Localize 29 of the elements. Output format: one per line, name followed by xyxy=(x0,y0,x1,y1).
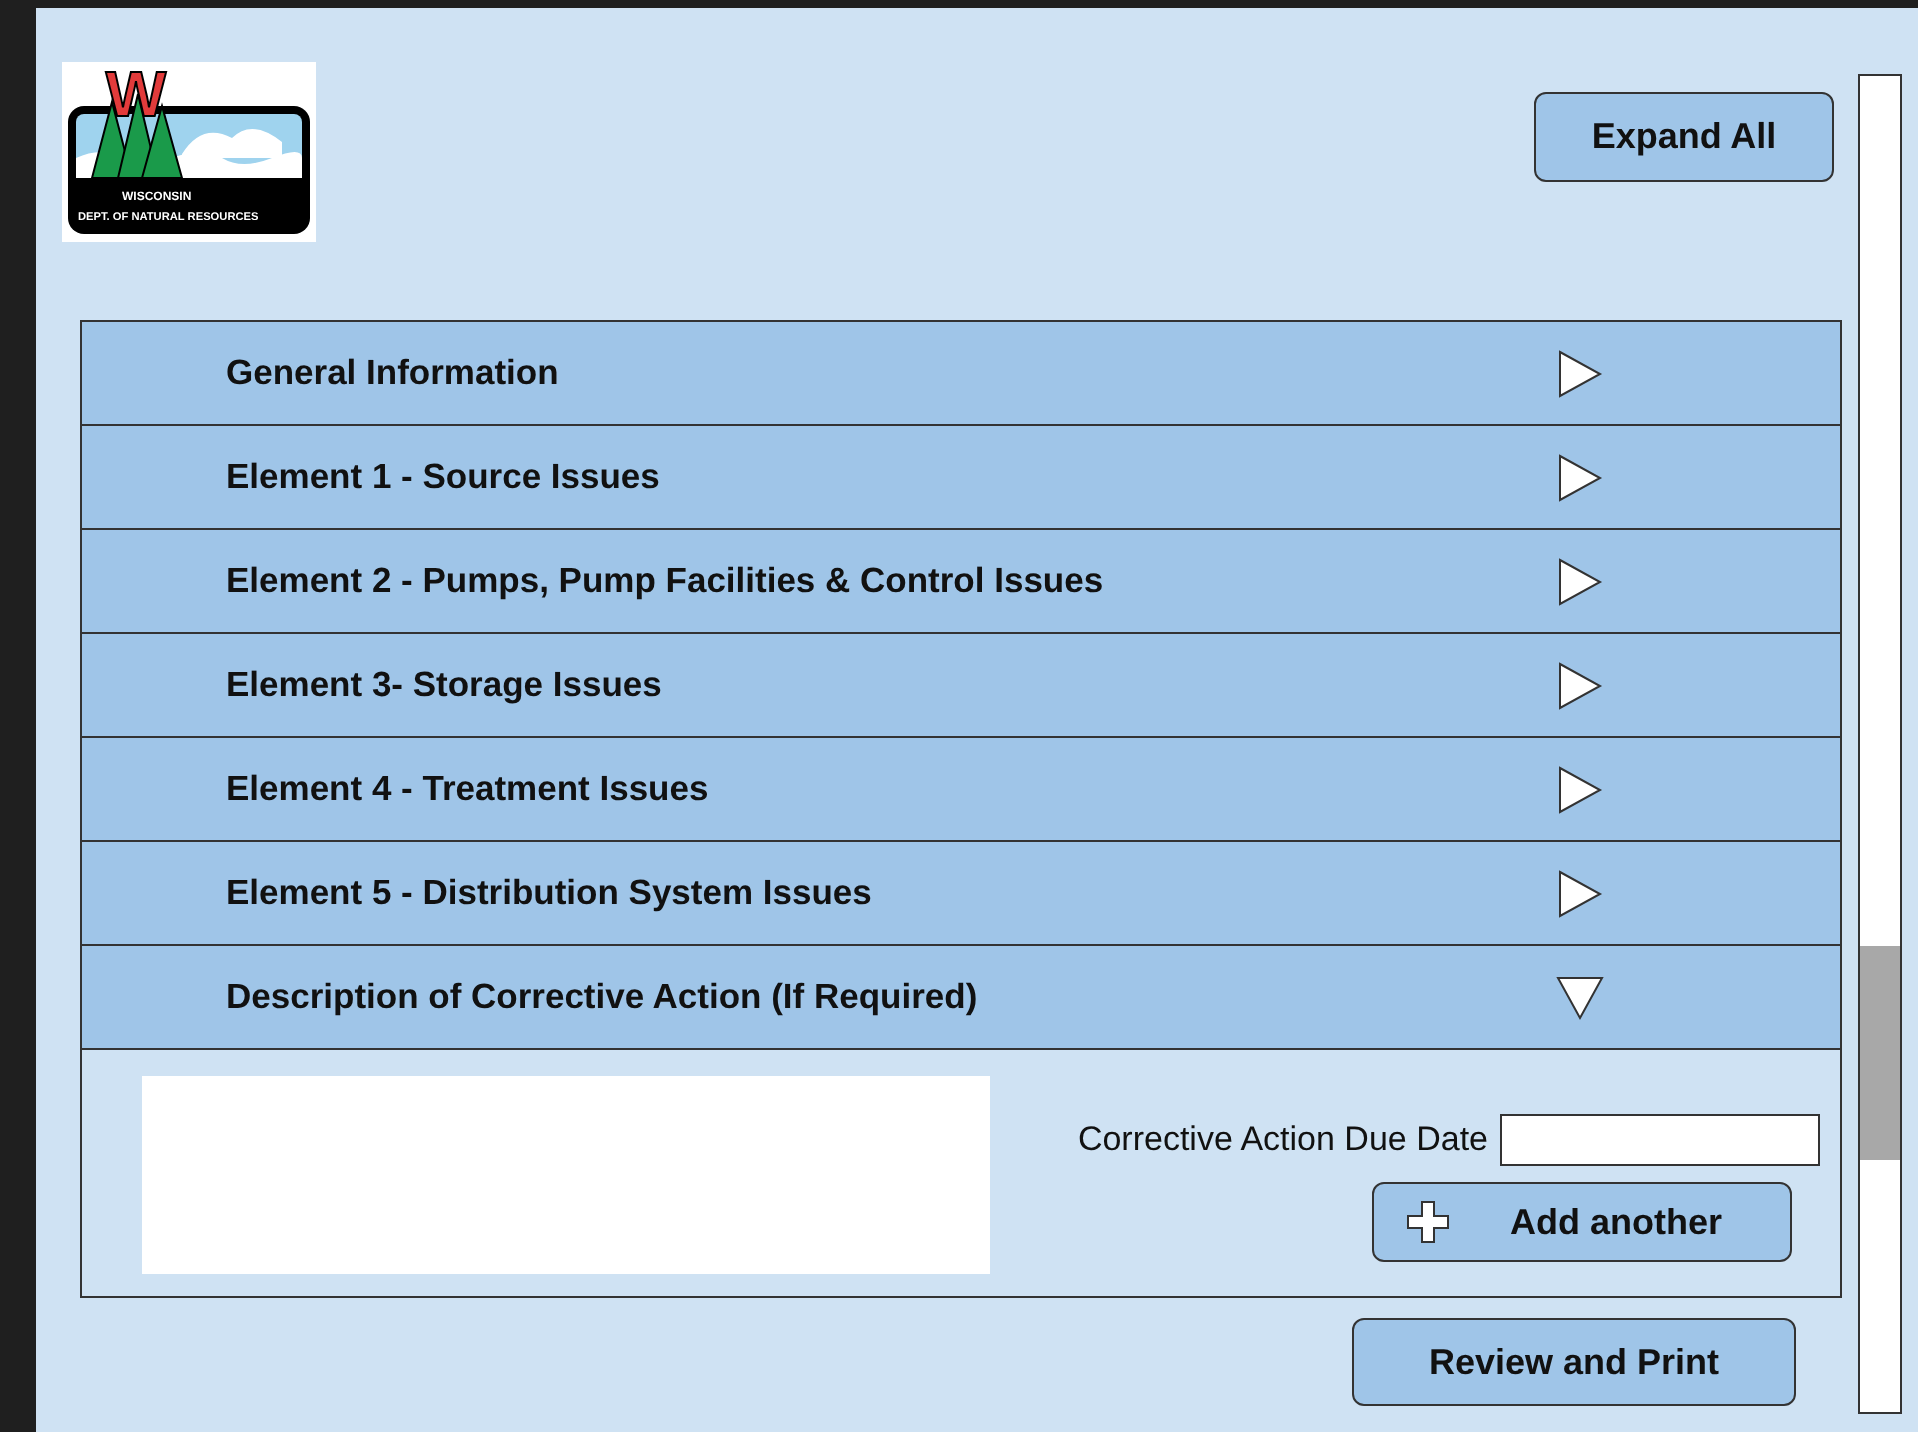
expand-triangle-icon[interactable] xyxy=(1556,453,1604,501)
section-title: Element 5 - Distribution System Issues xyxy=(226,872,872,914)
expand-triangle-icon[interactable] xyxy=(1556,765,1604,813)
section-title: General Information xyxy=(226,352,559,394)
section-title: Description of Corrective Action (If Required) xyxy=(226,976,978,1018)
section-header[interactable]: Element 5 - Distribution System Issues xyxy=(82,842,1840,946)
section-header[interactable]: Description of Corrective Action (If Required) xyxy=(82,946,1840,1050)
section-header[interactable]: General Information xyxy=(82,322,1840,426)
plus-icon xyxy=(1406,1200,1450,1244)
expand-all-button[interactable]: Expand All xyxy=(1534,92,1834,182)
section-title: Element 4 - Treatment Issues xyxy=(226,768,709,810)
due-date-label: Corrective Action Due Date xyxy=(1077,1120,1488,1160)
add-another-button[interactable]: Add another xyxy=(1372,1182,1792,1262)
section-header[interactable]: Element 3- Storage Issues xyxy=(82,634,1840,738)
expand-triangle-icon[interactable] xyxy=(1556,557,1604,605)
expand-triangle-icon[interactable] xyxy=(1556,869,1604,917)
section-header[interactable]: Element 4 - Treatment Issues xyxy=(82,738,1840,842)
section-title: Element 2 - Pumps, Pump Facilities & Control Issues xyxy=(226,560,1104,602)
scrollbar[interactable] xyxy=(1858,74,1902,1414)
review-and-print-button[interactable]: Review and Print xyxy=(1352,1318,1796,1406)
section-header[interactable]: Element 2 - Pumps, Pump Facilities & Control Issues xyxy=(82,530,1840,634)
collapse-triangle-icon[interactable] xyxy=(1556,973,1604,1021)
section-title: Element 1 - Source Issues xyxy=(226,456,660,498)
scrollbar-thumb[interactable] xyxy=(1860,946,1900,1160)
due-date-input[interactable] xyxy=(1500,1114,1820,1166)
section-header[interactable]: Element 1 - Source Issues xyxy=(82,426,1840,530)
section-title: Element 3- Storage Issues xyxy=(226,664,662,706)
expand-triangle-icon[interactable] xyxy=(1556,349,1604,397)
expand-triangle-icon[interactable] xyxy=(1556,661,1604,709)
